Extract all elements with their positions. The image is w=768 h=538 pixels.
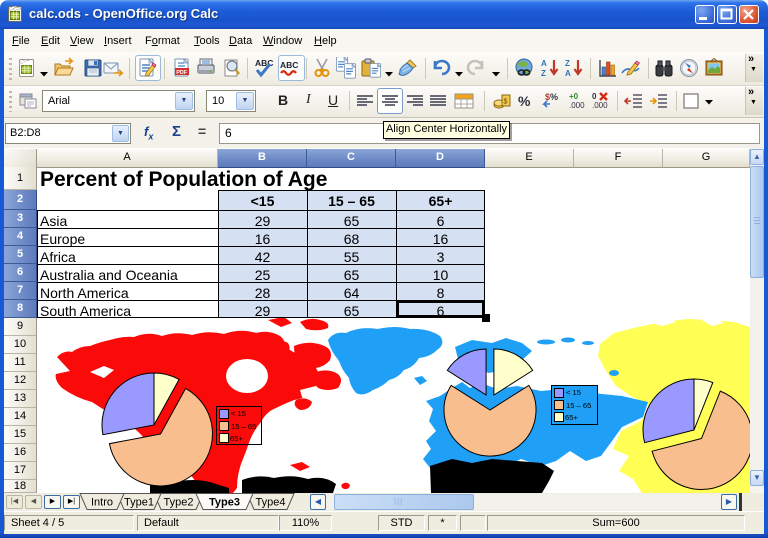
svg-text:ABC: ABC xyxy=(255,58,273,68)
svg-text:.000: .000 xyxy=(569,101,585,110)
svg-text:PDF: PDF xyxy=(176,70,188,76)
svg-text:Type1: Type1 xyxy=(124,497,154,509)
svg-text:.000: .000 xyxy=(592,101,608,110)
svg-text:$%: $% xyxy=(545,92,558,102)
svg-text:Type2: Type2 xyxy=(164,497,194,509)
svg-text:0: 0 xyxy=(592,92,597,101)
svg-text:+0: +0 xyxy=(569,92,579,101)
svg-text:Z: Z xyxy=(565,59,570,68)
svg-text:A: A xyxy=(541,59,547,68)
svg-text:Type4: Type4 xyxy=(256,497,286,509)
svg-text:$: $ xyxy=(504,99,508,106)
svg-text:Type3: Type3 xyxy=(209,497,240,509)
svg-text:Intro: Intro xyxy=(91,497,113,509)
svg-text:A: A xyxy=(565,69,571,78)
svg-text:%: % xyxy=(518,93,531,109)
svg-text:Z: Z xyxy=(541,69,546,78)
svg-text:ABC: ABC xyxy=(280,60,298,70)
